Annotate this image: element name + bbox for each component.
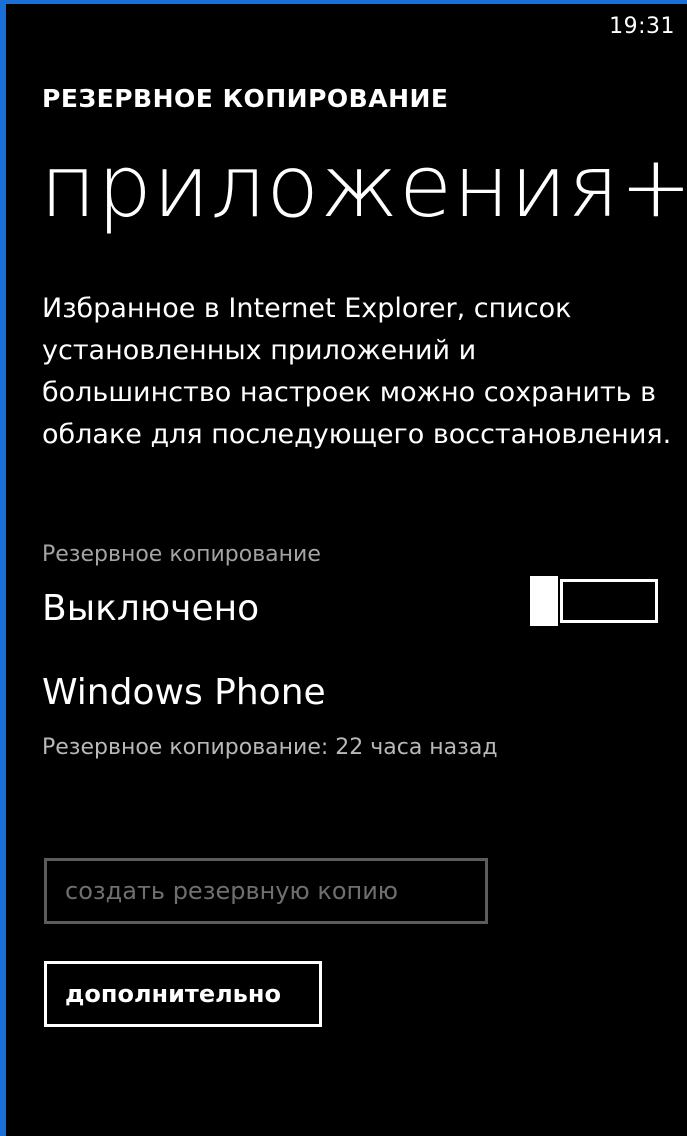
toggle-thumb[interactable]	[530, 576, 558, 626]
status-bar-time: 19:31	[609, 14, 675, 39]
backup-toggle-caption: Резервное копирование	[42, 542, 321, 567]
phone-screen: 19:31 РЕЗЕРВНОЕ КОПИРОВАНИЕ приложения+н…	[6, 4, 687, 1136]
service-name: Windows Phone	[42, 672, 326, 713]
page-title[interactable]: приложения+настройки	[40, 144, 687, 230]
toggle-track	[560, 579, 658, 623]
backup-toggle-switch[interactable]	[530, 576, 658, 626]
create-backup-button[interactable]: создать резервную копию	[44, 858, 488, 924]
advanced-button[interactable]: дополнительно	[44, 961, 322, 1027]
description-text: Избранное в Internet Explorer, список ус…	[42, 293, 672, 450]
app-title: РЕЗЕРВНОЕ КОПИРОВАНИЕ	[42, 84, 449, 113]
backup-toggle-state[interactable]: Выключено	[42, 588, 259, 629]
last-backup-status: Резервное копирование: 22 часа назад	[42, 735, 498, 760]
